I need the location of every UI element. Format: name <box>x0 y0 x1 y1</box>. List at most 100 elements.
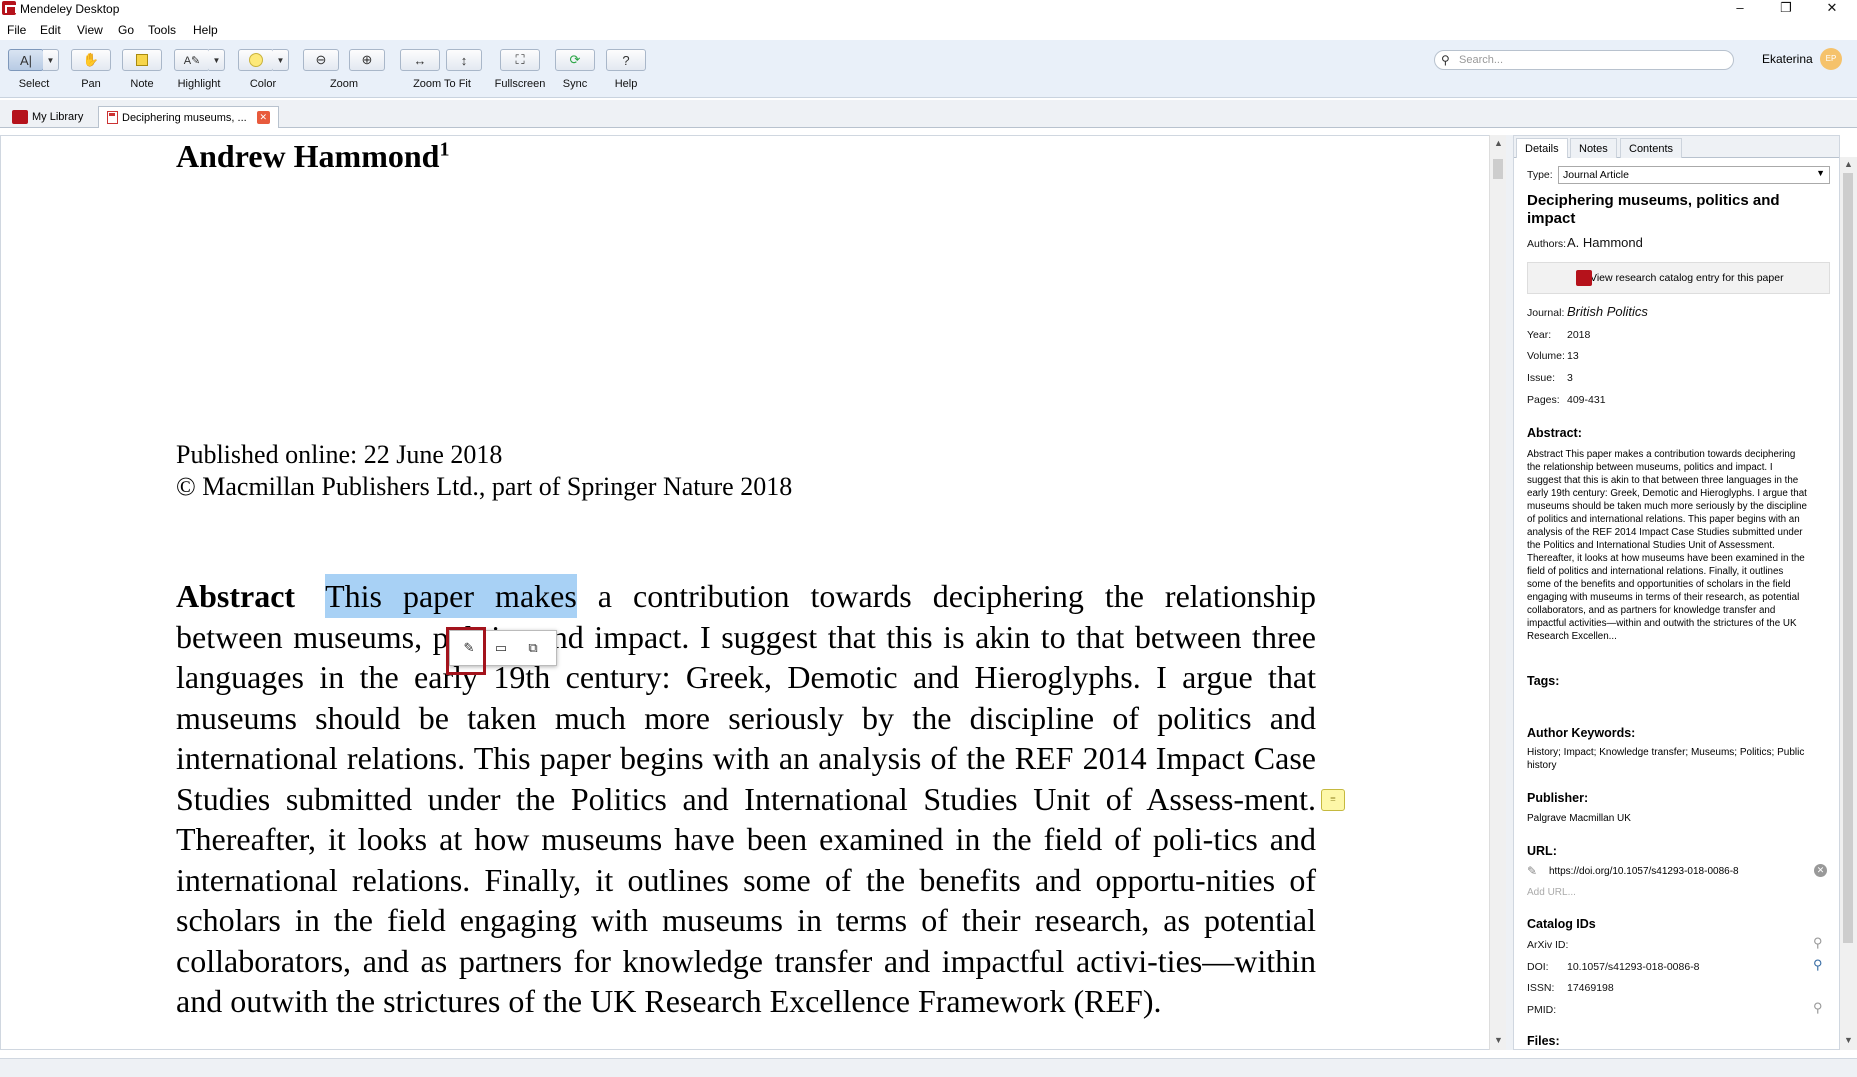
fit-height-button[interactable]: ↕ <box>446 49 482 71</box>
authors-value[interactable]: A. Hammond <box>1567 235 1643 250</box>
search-input[interactable]: ⚲ Search... <box>1434 50 1734 70</box>
tab-my-library[interactable]: My Library <box>4 106 91 128</box>
help-button[interactable]: ? <box>606 49 646 71</box>
zoom-out-button[interactable]: ⊖ <box>303 49 339 71</box>
menu-file[interactable]: File <box>7 23 26 37</box>
year-value[interactable]: 2018 <box>1567 329 1590 341</box>
panel-splitter[interactable] <box>1506 135 1513 1050</box>
menu-bar: File Edit View Go Tools Help <box>0 20 1857 40</box>
popup-focus-outline <box>446 627 486 675</box>
note-tool-button[interactable] <box>122 49 162 71</box>
catalog-ids-heading: Catalog IDs <box>1527 917 1596 931</box>
tab-bar: My Library Deciphering museums, ... ✕ <box>0 100 1857 128</box>
menu-view[interactable]: View <box>77 23 103 37</box>
remove-url-icon[interactable]: ✕ <box>1814 864 1827 877</box>
abstract-section-heading: Abstract: <box>1527 426 1582 440</box>
abstract-paragraph[interactable]: Abstract This paper makes a contribution … <box>176 574 1316 1022</box>
user-name[interactable]: Ekaterina <box>1762 52 1813 66</box>
copy-icon[interactable]: ⧉ <box>522 637 544 659</box>
sync-icon: ⟳ <box>569 52 581 67</box>
restore-button[interactable]: ❐ <box>1763 0 1809 18</box>
add-url-field[interactable]: Add URL... <box>1527 886 1817 899</box>
tab-label: My Library <box>32 111 84 123</box>
lookup-arxiv-icon[interactable]: ⚲ <box>1813 935 1823 951</box>
view-catalog-button[interactable]: View research catalog entry for this pap… <box>1527 262 1830 294</box>
minimize-button[interactable]: – <box>1717 0 1763 18</box>
pages-value[interactable]: 409-431 <box>1567 394 1606 406</box>
fullscreen-button[interactable]: ⛶ <box>500 49 540 71</box>
tags-heading: Tags: <box>1527 674 1560 688</box>
keywords-value[interactable]: History; Impact; Knowledge transfer; Mus… <box>1527 746 1817 772</box>
scroll-thumb[interactable] <box>1493 159 1503 179</box>
close-window-button[interactable]: ✕ <box>1809 0 1855 18</box>
issue-value[interactable]: 3 <box>1567 372 1573 384</box>
issn-value[interactable]: 17469198 <box>1567 982 1614 994</box>
scroll-down-icon[interactable]: ▼ <box>1494 1035 1503 1045</box>
color-label: Color <box>249 78 277 90</box>
sticky-note-icon <box>136 54 148 66</box>
pan-tool-button[interactable]: ✋ <box>71 49 111 71</box>
mendeley-logo-icon <box>2 1 17 15</box>
copyright-line: © Macmillan Publishers Ltd., part of Spr… <box>176 472 793 501</box>
issue-label: Issue: <box>1527 372 1556 384</box>
color-swatch-icon <box>249 53 263 67</box>
details-scroll-thumb[interactable] <box>1843 173 1853 943</box>
highlighter-icon: A✎ <box>183 54 201 67</box>
color-dropdown-button[interactable]: ▼ <box>273 49 289 71</box>
details-scrollbar[interactable]: ▲ ▼ <box>1840 157 1857 1050</box>
url-value[interactable]: https://doi.org/10.1057/s41293-018-0086-… <box>1549 865 1809 878</box>
chevron-down-icon: ▼ <box>212 55 221 65</box>
search-placeholder: Search... <box>1459 54 1504 66</box>
doi-value[interactable]: 10.1057/s41293-018-0086-8 <box>1567 961 1700 973</box>
scroll-up-icon[interactable]: ▲ <box>1494 138 1503 148</box>
abstract-summary[interactable]: Abstract This paper makes a contribution… <box>1527 448 1807 643</box>
menu-help[interactable]: Help <box>193 23 218 37</box>
select-dropdown-button[interactable]: ▼ <box>43 49 59 71</box>
tab-notes[interactable]: Notes <box>1570 138 1617 158</box>
pmid-label: PMID: <box>1527 1004 1557 1016</box>
scroll-down-icon[interactable]: ▼ <box>1844 1035 1853 1045</box>
tab-document[interactable]: Deciphering museums, ... ✕ <box>98 106 279 128</box>
menu-tools[interactable]: Tools <box>148 23 176 37</box>
highlight-dropdown-button[interactable]: ▼ <box>209 49 225 71</box>
zoom-to-fit-label: Zoom To Fit <box>413 78 471 90</box>
highlight-tool-button[interactable]: A✎ <box>174 49 210 71</box>
menu-edit[interactable]: Edit <box>40 23 61 37</box>
journal-value[interactable]: British Politics <box>1567 304 1648 319</box>
tab-contents[interactable]: Contents <box>1620 138 1683 158</box>
tab-details[interactable]: Details <box>1516 138 1568 158</box>
pan-label: Pan <box>81 78 101 90</box>
lookup-doi-icon[interactable]: ⚲ <box>1813 957 1823 973</box>
help-icon: ? <box>622 52 630 68</box>
fit-width-button[interactable]: ↔ <box>400 49 440 71</box>
color-button[interactable] <box>238 49 274 71</box>
type-value: Journal Article <box>1563 169 1629 181</box>
zoom-in-button[interactable]: ⊕ <box>349 49 385 71</box>
chevron-down-icon: ▼ <box>46 55 55 65</box>
lookup-pmid-icon[interactable]: ⚲ <box>1813 1000 1823 1016</box>
keywords-heading: Author Keywords: <box>1527 726 1636 740</box>
search-icon: ⚲ <box>1441 53 1450 67</box>
issn-label: ISSN: <box>1527 982 1555 994</box>
window-title: Mendeley Desktop <box>20 2 120 16</box>
select-tool-button[interactable]: A| <box>8 49 44 71</box>
title-bar: Mendeley Desktop – ❐ ✕ <box>0 0 1857 18</box>
volume-value[interactable]: 13 <box>1567 350 1579 362</box>
comment-icon[interactable]: ▭ <box>490 637 512 659</box>
publisher-value[interactable]: Palgrave Macmillan UK <box>1527 812 1817 825</box>
sticky-note-marker-icon[interactable]: ≡ <box>1321 789 1345 811</box>
side-tabs: Details Notes Contents <box>1514 136 1839 158</box>
highlighted-text[interactable]: This paper makes <box>325 574 577 618</box>
avatar[interactable]: EP <box>1820 48 1842 70</box>
select-label: Select <box>18 78 50 90</box>
type-select[interactable]: Journal Article ▼ <box>1558 166 1830 184</box>
menu-go[interactable]: Go <box>118 23 134 37</box>
close-tab-icon[interactable]: ✕ <box>256 111 270 124</box>
highlight-label: Highlight <box>177 78 221 90</box>
paper-title[interactable]: Deciphering museums, politics and impact <box>1527 192 1817 228</box>
document-scrollbar[interactable]: ▲ ▼ <box>1489 135 1506 1050</box>
sync-label: Sync <box>562 78 588 90</box>
sync-button[interactable]: ⟳ <box>555 49 595 71</box>
scroll-up-icon[interactable]: ▲ <box>1844 159 1853 169</box>
pdf-viewer[interactable]: Andrew Hammond1 Published online: 22 Jun… <box>0 135 1490 1050</box>
